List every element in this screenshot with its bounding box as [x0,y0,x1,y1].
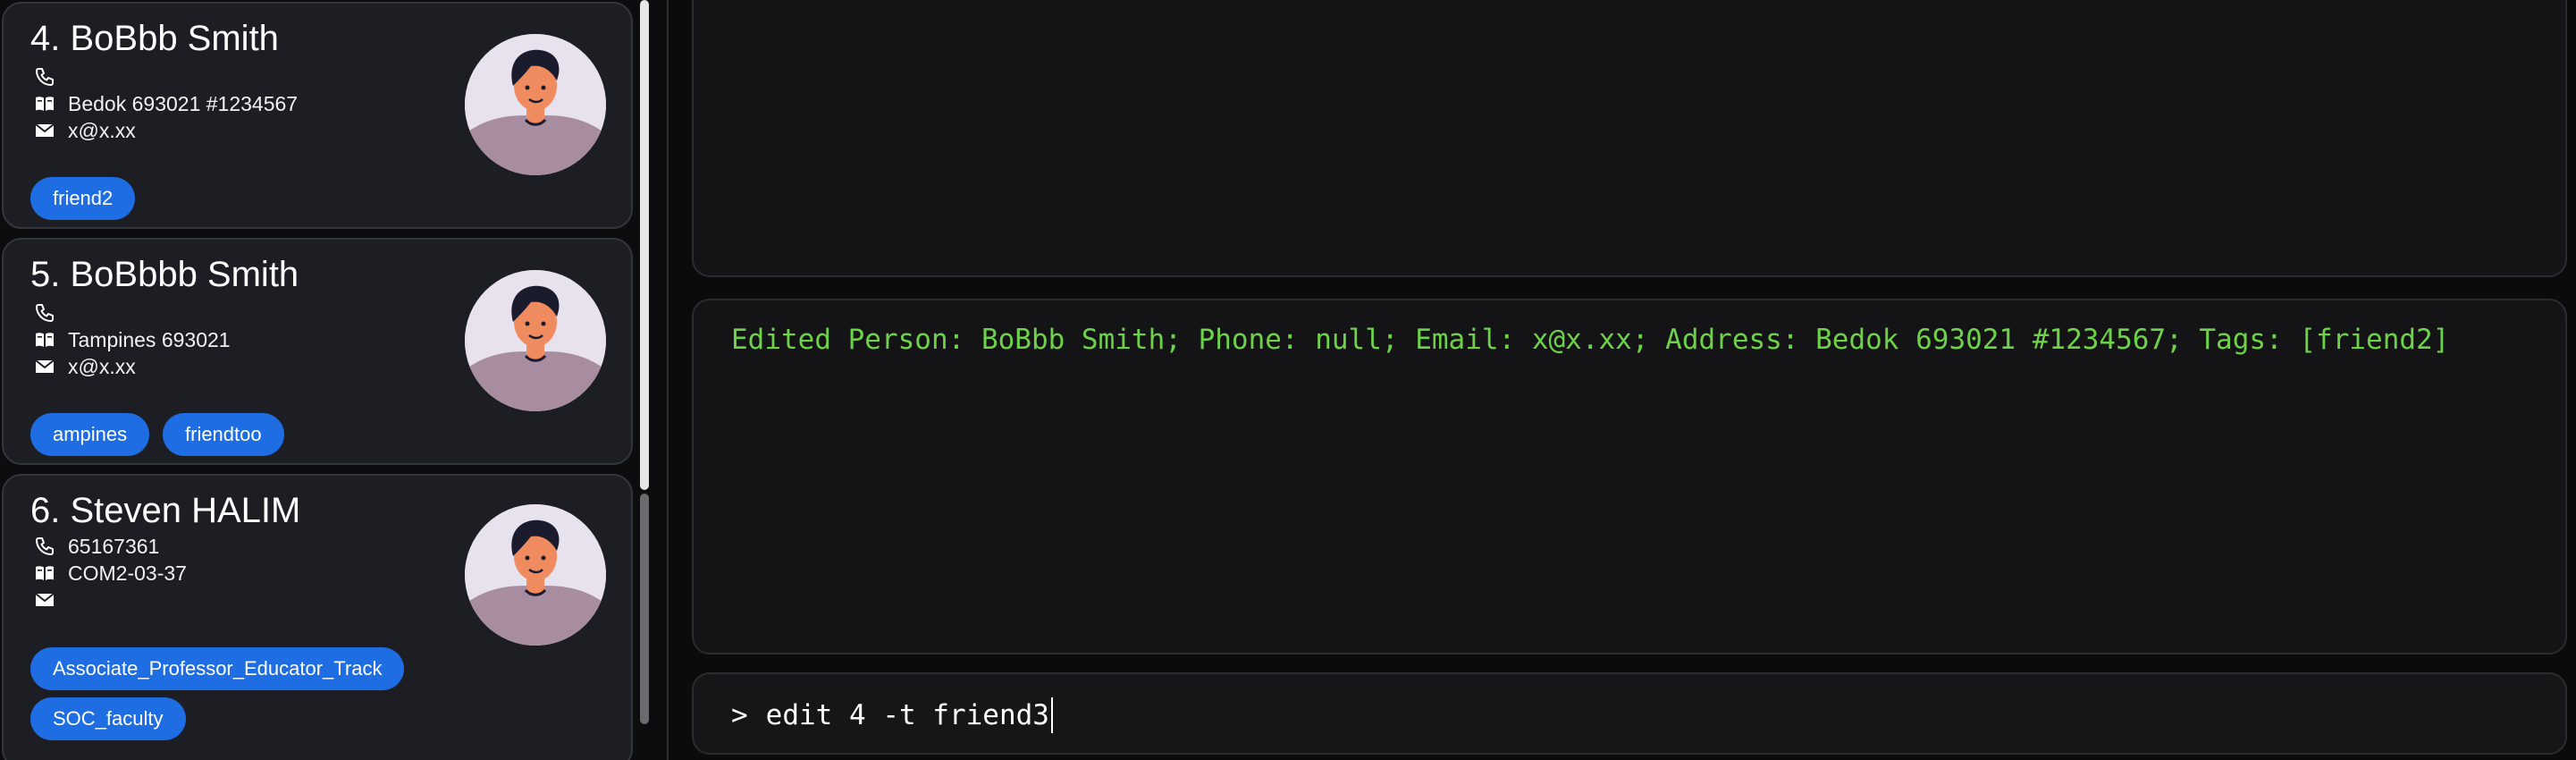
envelope-icon [34,589,55,611]
person-avatar-icon [465,504,606,646]
person-list-panel[interactable]: 4. BoBbb Smith Bedok 693021 #1234567 x@x… [0,0,669,760]
phone-row [34,300,68,326]
envelope-icon [34,120,55,141]
result-message: Edited Person: BoBbb Smith; Phone: null;… [731,324,2450,356]
phone-row [34,63,68,90]
tag-label: friend2 [30,177,136,220]
address-text: Bedok 693021 #1234567 [68,91,299,115]
address-book-icon [34,329,55,350]
address-book-icon [34,562,55,584]
tag-label: ampines [30,413,150,456]
person-name: 5. BoBbbb Smith [30,255,299,294]
list-scrollbar-thumb[interactable] [640,0,649,490]
person-card[interactable]: 4. BoBbb Smith Bedok 693021 #1234567 x@x… [2,2,633,229]
tag-label: friendtoo [163,413,284,456]
email-text: x@x.xx [68,354,136,378]
envelope-icon [34,356,55,377]
phone-icon [34,536,55,557]
phone-icon [34,302,55,324]
address-row: Bedok 693021 #1234567 [34,90,298,117]
email-row: x@x.xx [34,353,136,380]
email-row: x@x.xx [34,117,136,144]
detail-pane [692,0,2567,277]
person-card[interactable]: 6. Steven HALIM 65167361 COM2-03-37 Asso… [2,474,633,760]
person-avatar-icon [465,270,606,411]
email-row [34,587,68,613]
phone-text: 65167361 [68,534,160,558]
person-card[interactable]: 5. BoBbbb Smith Tampines 693021 x@x.xx a… [2,238,633,465]
person-name: 6. Steven HALIM [30,491,301,530]
command-box[interactable]: > edit 4 -t friend3 [692,672,2567,755]
address-row: Tampines 693021 [34,326,231,353]
address-text: Tampines 693021 [68,327,231,351]
list-scrollbar-lower[interactable] [640,494,649,724]
command-input[interactable]: > edit 4 -t friend3 [731,674,2519,756]
app-window: 4. BoBbb Smith Bedok 693021 #1234567 x@x… [0,0,2576,760]
address-text: COM2-03-37 [68,561,187,585]
person-name: 4. BoBbb Smith [30,19,279,58]
tag-label: SOC_faculty [30,697,186,740]
phone-row: 65167361 [34,533,159,560]
address-row: COM2-03-37 [34,560,187,587]
command-prompt: > [731,699,748,731]
tag-label: Associate_Professor_Educator_Track [30,647,405,690]
email-text: x@x.xx [68,118,136,142]
command-text[interactable]: edit 4 -t friend3 [766,699,1049,731]
text-caret [1050,697,1053,733]
phone-icon [34,66,55,88]
address-book-icon [34,93,55,114]
result-display: Edited Person: BoBbb Smith; Phone: null;… [692,299,2567,654]
person-avatar-icon [465,34,606,175]
